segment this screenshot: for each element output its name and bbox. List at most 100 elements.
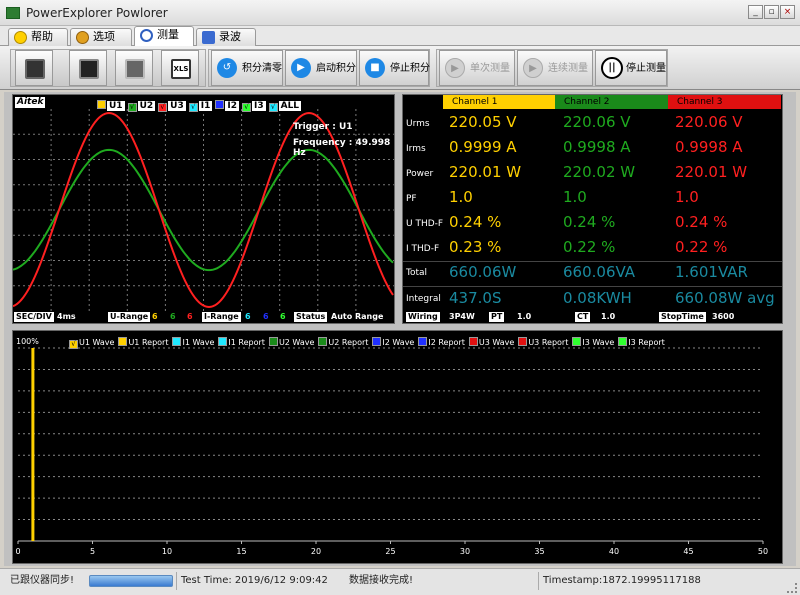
- integral-stop-label: 停止积分: [390, 63, 430, 74]
- legend-u2-report[interactable]: U2 Report: [318, 337, 368, 347]
- integral-start-label: 启动积分: [316, 63, 356, 74]
- legend-i3-report[interactable]: I3 Report: [618, 337, 665, 347]
- channel-toggle-u1[interactable]: U1: [97, 100, 125, 111]
- toolbar: XLS ↺ 积分清零 ▶ 启动积分 ■ 停止积分 ▶ 单次测量 ▶ 连续测量 |…: [0, 46, 800, 90]
- legend-label: U1 Report: [128, 338, 169, 347]
- legend-label: I3 Wave: [582, 338, 615, 347]
- measurement-value: 0.24 %: [449, 213, 502, 231]
- legend-i2-report[interactable]: I2 Report: [418, 337, 465, 347]
- legend-u2-wave[interactable]: U2 Wave: [268, 337, 315, 347]
- legend-u1-report[interactable]: U1 Report: [118, 337, 168, 347]
- i-range-label: I-Range: [202, 312, 241, 322]
- integral-value-3: 660.08W avg: [675, 289, 775, 307]
- channel-toggle-u3[interactable]: √ U3: [158, 101, 186, 112]
- legend-i1-report[interactable]: I1 Report: [218, 337, 265, 347]
- channel-toggle-u2[interactable]: √ U2: [127, 101, 156, 112]
- tab-help[interactable]: 帮助: [8, 28, 68, 46]
- tab-measure[interactable]: 测量: [134, 26, 194, 47]
- measurement-value: 220.05 V: [449, 113, 517, 131]
- title-bar: PowerExplorer Powlorer _ ▫ ×: [0, 0, 800, 26]
- channel-toggle-all[interactable]: √ ALL: [268, 101, 302, 112]
- total-label: Total: [406, 268, 428, 278]
- legend-label: U3 Wave: [478, 338, 515, 347]
- tab-options[interactable]: 选项: [70, 28, 132, 46]
- stop-icon: ■: [365, 58, 385, 78]
- save-button[interactable]: [69, 50, 107, 86]
- legend-label: I3 Report: [628, 338, 665, 347]
- integral-reset-button[interactable]: ↺ 积分清零: [211, 50, 283, 86]
- record-icon: [202, 31, 215, 44]
- resize-grip[interactable]: [787, 583, 797, 593]
- row-label-urms: Urms: [406, 119, 430, 129]
- pt-label: PT: [489, 312, 505, 322]
- legend-i1-wave[interactable]: I1 Wave: [172, 337, 214, 347]
- x-tick-label: 35: [534, 547, 544, 556]
- checkbox-icon: [418, 337, 428, 346]
- save-icon: [79, 59, 99, 79]
- channel-toggle-i2[interactable]: I2: [215, 100, 239, 111]
- xls-icon: XLS: [171, 59, 191, 79]
- measurement-panel: Channel 1 Channel 2 Channel 3 Urms 220.05…: [402, 94, 783, 324]
- x-tick-label: 45: [683, 547, 693, 556]
- i-range-ch2: 6: [263, 312, 269, 321]
- status-label: Status: [294, 312, 328, 322]
- checkbox-icon: √: [69, 340, 78, 349]
- tab-record[interactable]: 录波: [196, 28, 256, 46]
- single-measure-button[interactable]: ▶ 单次测量: [439, 50, 515, 86]
- legend-label: U2 Wave: [278, 338, 315, 347]
- measurement-value: 220.06 V: [563, 113, 631, 131]
- channel-toggle-i3[interactable]: √ I3: [241, 101, 266, 112]
- legend-u3-report[interactable]: U3 Report: [518, 337, 568, 347]
- test-time: Test Time: 2019/6/12 9:09:42: [181, 575, 328, 586]
- minimize-button[interactable]: _: [748, 5, 763, 19]
- status-value: Auto Range: [331, 312, 384, 321]
- checkbox-icon: [468, 337, 478, 346]
- measurement-value: 1.0: [449, 188, 473, 206]
- sec-div-value: 4ms: [57, 312, 76, 321]
- channel-toggle-i1[interactable]: √ I1: [188, 101, 213, 112]
- channel-toggle-label: ALL: [278, 101, 302, 111]
- y-axis-max-label: 100%: [16, 337, 39, 346]
- status-bar: 已跟仪器同步! Test Time: 2019/6/12 9:09:42 数据接…: [0, 568, 800, 595]
- brand-logo: Aitek: [15, 97, 46, 108]
- stop-measure-button[interactable]: || 停止测量: [595, 50, 667, 86]
- separator: [538, 572, 539, 590]
- waveform-status-bar: SEC/DIV 4ms U-Range 6 6 6 I-Range 6 6 6 …: [13, 311, 394, 323]
- integral-value-2: 0.08KWH: [563, 289, 632, 307]
- legend-u3-wave[interactable]: U3 Wave: [468, 337, 515, 347]
- window-title: PowerExplorer Powlorer: [26, 6, 168, 20]
- row-label-u-thd-f: U THD-F: [406, 219, 444, 229]
- continuous-measure-button[interactable]: ▶ 连续测量: [517, 50, 593, 86]
- integral-stop-button[interactable]: ■ 停止积分: [359, 50, 430, 86]
- legend-u1-wave[interactable]: √ U1 Wave: [69, 338, 114, 349]
- measurement-value: 220.06 V: [675, 113, 743, 131]
- close-button[interactable]: ×: [780, 5, 795, 19]
- tab-help-label: 帮助: [31, 30, 53, 43]
- x-tick-label: 50: [758, 547, 768, 556]
- legend-i2-wave[interactable]: I2 Wave: [372, 337, 414, 347]
- integral-start-button[interactable]: ▶ 启动积分: [285, 50, 357, 86]
- open-button[interactable]: [15, 50, 53, 86]
- print-icon: [125, 59, 145, 79]
- legend-i3-wave[interactable]: I3 Wave: [572, 337, 614, 347]
- sync-status: 已跟仪器同步!: [10, 575, 75, 586]
- timestamp: Timestamp:1872.19995117188: [543, 575, 701, 586]
- measurement-value: 0.22 %: [675, 238, 728, 256]
- checkbox-icon: [97, 100, 106, 109]
- checkbox-icon: √: [158, 103, 168, 112]
- channel-toggle-label: U2: [137, 101, 156, 111]
- report-chart: 0 5 10 15 20 25 30 35 40 45 50: [15, 347, 768, 556]
- measurement-value: 0.24 %: [675, 213, 728, 231]
- export-xls-button[interactable]: XLS: [161, 50, 199, 86]
- checkbox-icon: √: [188, 103, 198, 112]
- maximize-button[interactable]: ▫: [764, 5, 779, 19]
- channel-toggle-label: I2: [225, 101, 239, 111]
- measurement-value: 220.02 W: [563, 163, 636, 181]
- print-button[interactable]: [115, 50, 153, 86]
- data-status: 数据接收完成!: [349, 575, 414, 586]
- measurement-value: 0.22 %: [563, 238, 616, 256]
- channel-toggle-label: I1: [198, 101, 213, 111]
- row-label-i-thd-f: I THD-F: [406, 244, 440, 254]
- ct-label: CT: [575, 312, 591, 322]
- measurement-value: 0.9998 A: [675, 138, 743, 156]
